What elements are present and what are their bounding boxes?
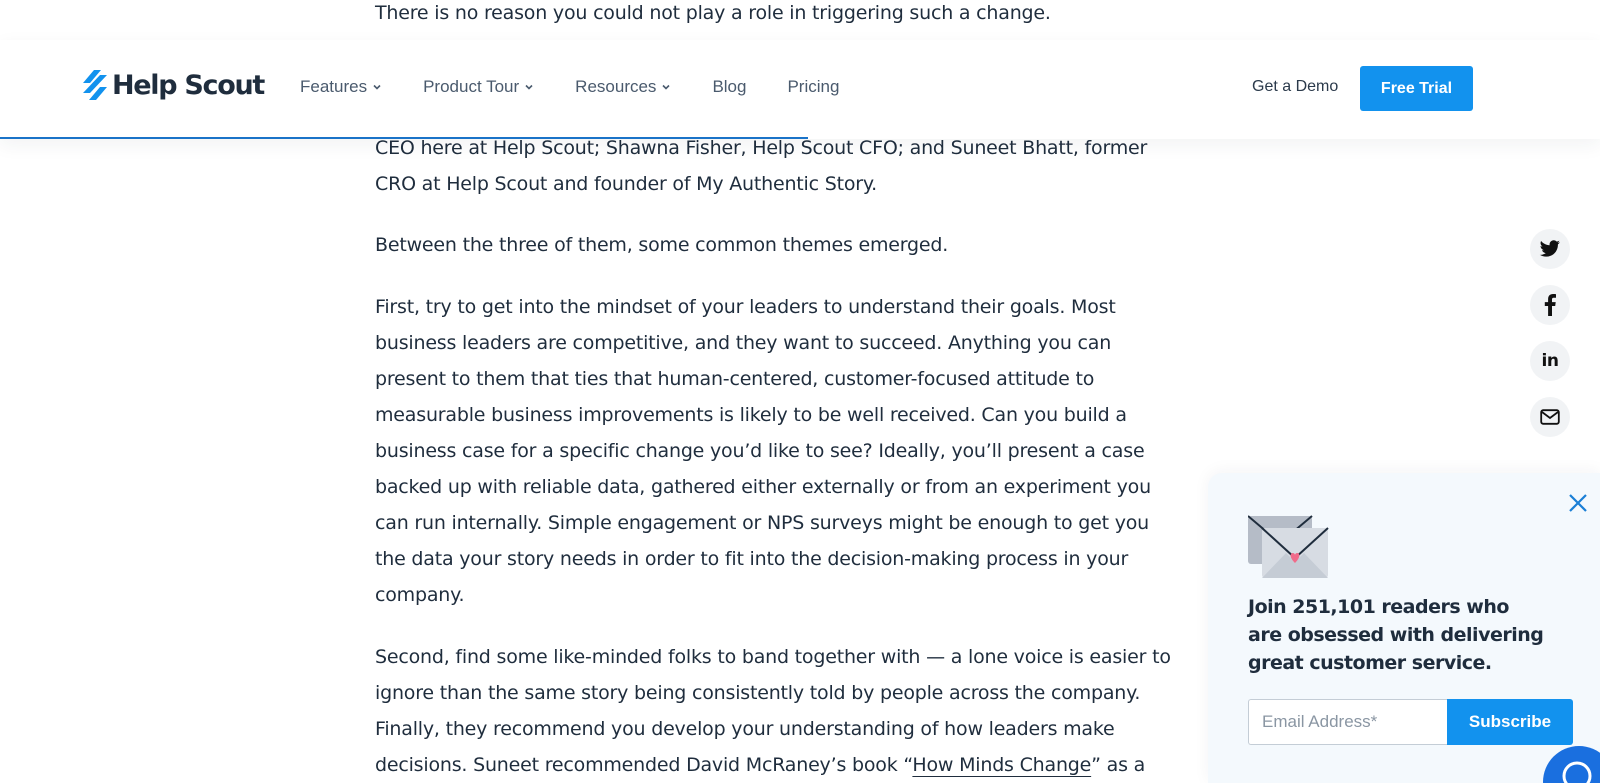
article-paragraph: Between the three of them, some common t… bbox=[375, 234, 949, 256]
nav-label: Pricing bbox=[787, 77, 840, 96]
chevron-down-icon bbox=[662, 84, 671, 90]
chevron-down-icon bbox=[525, 84, 533, 90]
nav-label: Product Tour bbox=[423, 77, 520, 96]
share-facebook-button[interactable] bbox=[1530, 285, 1570, 325]
mail-icon bbox=[1540, 409, 1560, 425]
newsletter-heading: Join 251,101 readers who are obsessed wi… bbox=[1248, 596, 1544, 674]
nav-product-tour[interactable]: Product Tour bbox=[423, 77, 534, 97]
share-email-button[interactable] bbox=[1530, 397, 1570, 437]
subscribe-button[interactable]: Subscribe bbox=[1447, 699, 1573, 745]
facebook-icon bbox=[1544, 294, 1556, 316]
nav-pricing[interactable]: Pricing bbox=[787, 77, 839, 97]
nav-blog[interactable]: Blog bbox=[712, 77, 746, 97]
reading-progress-bar bbox=[0, 137, 808, 139]
free-trial-button[interactable]: Free Trial bbox=[1360, 66, 1473, 111]
article-paragraph: CEO here at Help Scout; Shawna Fisher, H… bbox=[375, 137, 1148, 195]
nav-label: Features bbox=[300, 77, 368, 96]
main-nav: Features Product Tour Resources Blog Pri… bbox=[300, 77, 880, 97]
paragraph-text: ” as a bbox=[1091, 754, 1146, 776]
close-icon[interactable] bbox=[1568, 493, 1588, 513]
nav-resources[interactable]: Resources bbox=[575, 77, 671, 97]
envelope-heart-icon bbox=[1248, 515, 1329, 578]
share-twitter-button[interactable] bbox=[1530, 229, 1570, 269]
nav-label: Blog bbox=[712, 77, 747, 96]
get-demo-link[interactable]: Get a Demo bbox=[1252, 78, 1338, 96]
logo-text: Help Scout bbox=[112, 69, 265, 101]
helpscout-logo-icon bbox=[83, 70, 107, 100]
helpscout-logo[interactable]: Help Scout bbox=[80, 68, 265, 102]
email-field[interactable] bbox=[1248, 699, 1447, 745]
linkedin-icon: in bbox=[1541, 351, 1559, 371]
nav-features[interactable]: Features bbox=[300, 77, 382, 97]
book-link[interactable]: How Minds Change bbox=[912, 754, 1091, 776]
article-paragraph: First, try to get into the mindset of yo… bbox=[375, 296, 1151, 606]
nav-label: Resources bbox=[575, 77, 657, 96]
share-bar: in bbox=[1530, 229, 1570, 453]
article-paragraph: There is no reason you could not play a … bbox=[375, 2, 1051, 24]
twitter-icon bbox=[1539, 240, 1560, 257]
share-linkedin-button[interactable]: in bbox=[1530, 341, 1570, 381]
chevron-down-icon bbox=[373, 84, 381, 90]
newsletter-popup: Join 251,101 readers who are obsessed wi… bbox=[1208, 473, 1600, 783]
chat-bubble-icon bbox=[1562, 761, 1592, 783]
site-header: Help Scout Features Product Tour Resourc… bbox=[0, 40, 1600, 139]
article-paragraph: Second, find some like-minded folks to b… bbox=[375, 639, 1175, 783]
